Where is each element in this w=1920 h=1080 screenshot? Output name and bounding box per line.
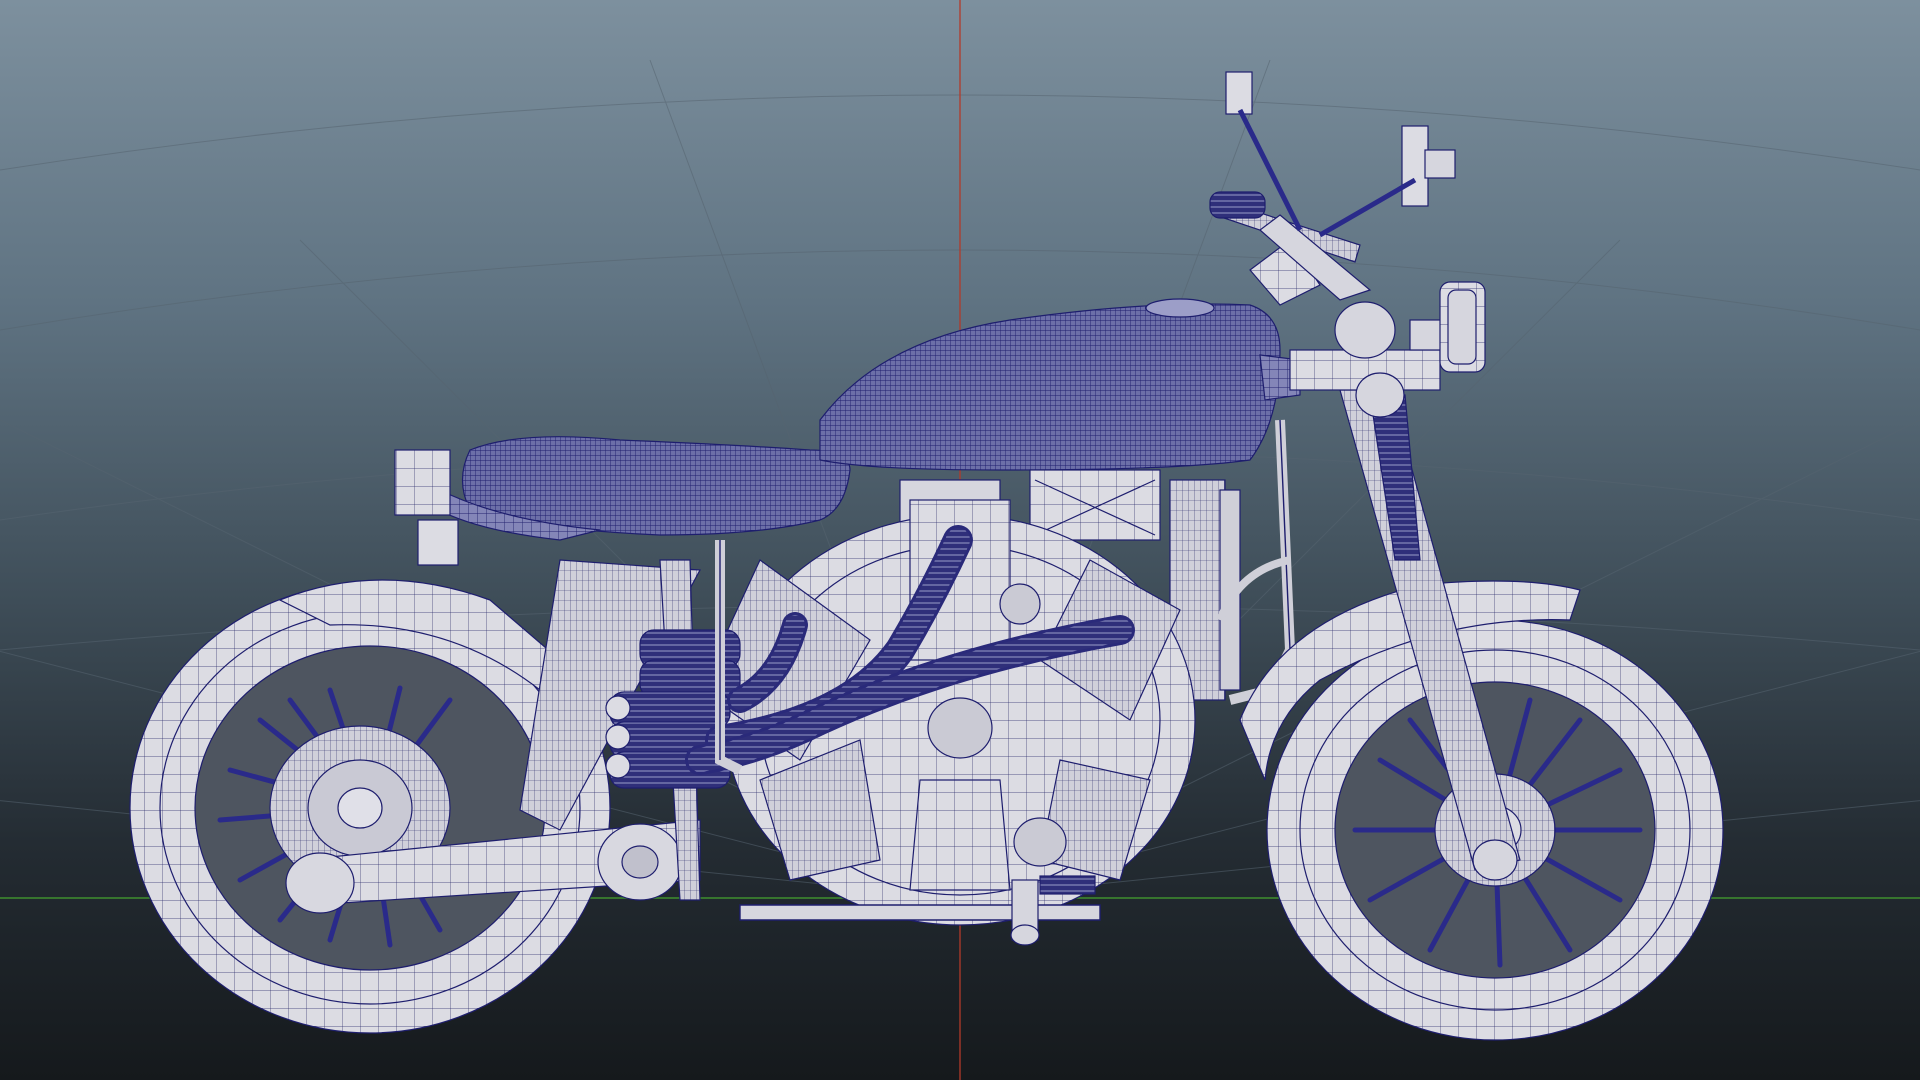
viewport-3d[interactable] — [0, 0, 1920, 1080]
mirror-right[interactable] — [1318, 125, 1456, 238]
seat[interactable] — [429, 436, 851, 541]
viewport-scene[interactable] — [0, 0, 1920, 1080]
tail-light[interactable] — [394, 449, 459, 566]
fuel-tank[interactable] — [819, 298, 1301, 471]
headlight[interactable] — [1439, 281, 1486, 373]
motorcycle-model[interactable] — [129, 71, 1724, 1041]
triple-clamp[interactable] — [1289, 301, 1461, 418]
